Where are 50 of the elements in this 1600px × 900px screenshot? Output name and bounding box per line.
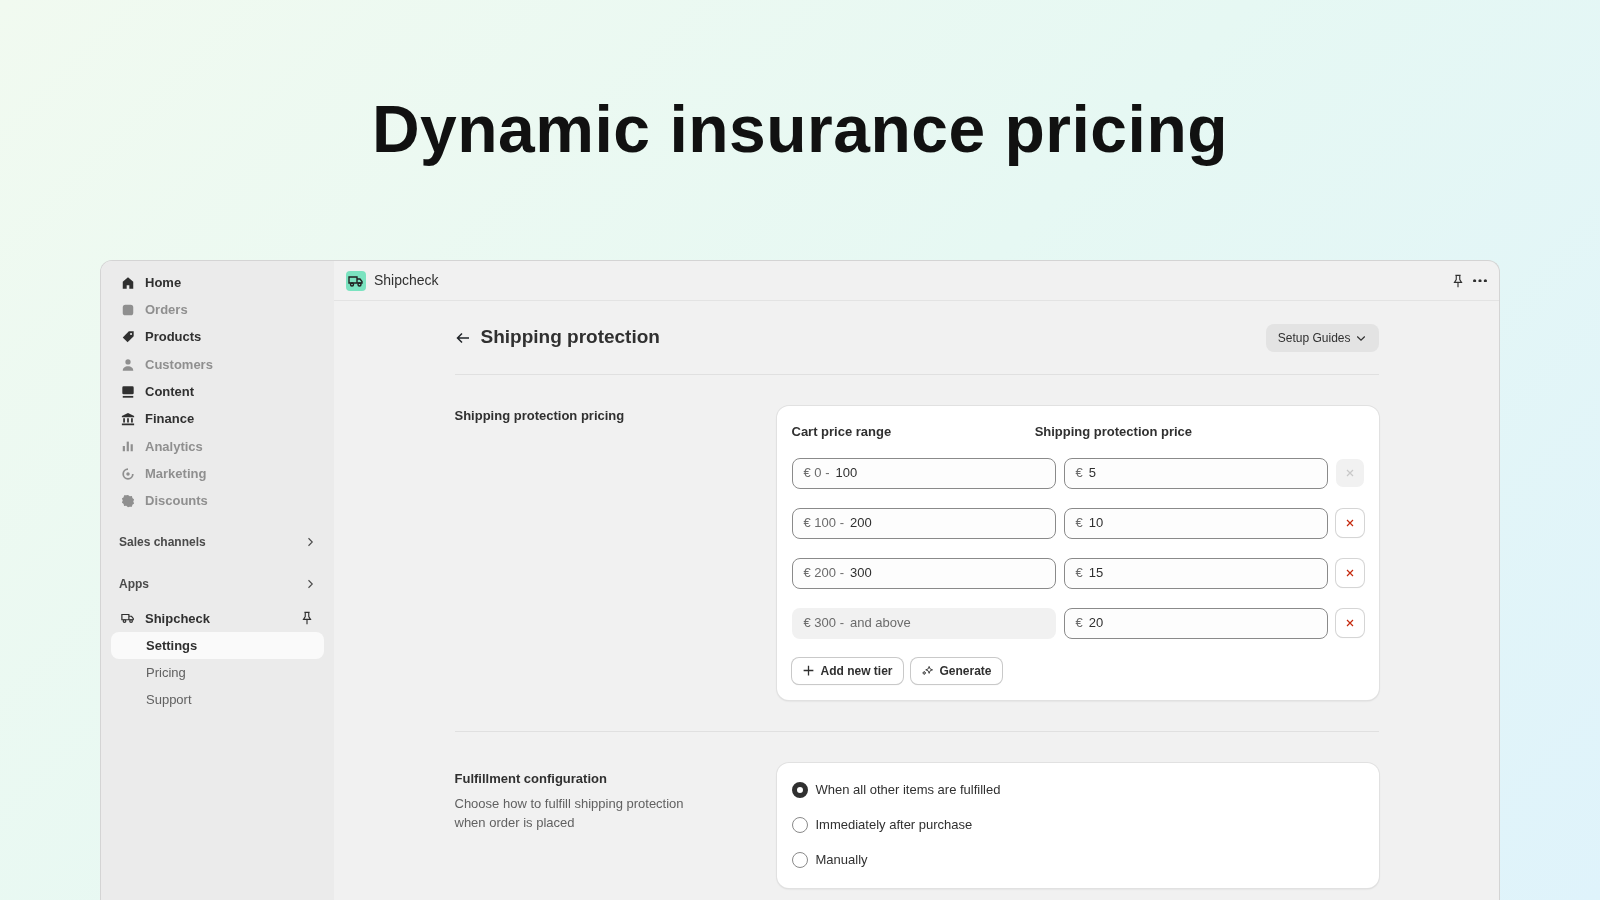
add-tier-button[interactable]: Add new tier <box>791 657 903 684</box>
pin-icon <box>1451 273 1465 288</box>
delete-button[interactable] <box>1335 609 1364 637</box>
section-title: Fulfillment configuration <box>454 770 608 787</box>
sidebar-item[interactable]: Content <box>111 378 324 406</box>
sidebar-subitem[interactable]: Settings <box>111 631 324 659</box>
sidebar-subitem[interactable]: Support <box>111 685 324 713</box>
radio-option[interactable]: Manually <box>791 842 1364 878</box>
delete-button[interactable] <box>1335 559 1364 587</box>
sparkle-icon <box>920 664 934 677</box>
pin-icon <box>300 611 314 626</box>
generate-button[interactable]: Generate <box>910 657 1002 684</box>
sidebar-subitem[interactable]: Pricing <box>111 658 324 686</box>
section-link[interactable]: Apps <box>119 574 149 593</box>
app-link[interactable]: Shipcheck <box>145 608 290 629</box>
range-field[interactable]: € 100 - 200 <box>791 507 1056 539</box>
price-field[interactable]: € 10 <box>1063 507 1328 539</box>
app-name: Shipcheck <box>374 271 440 290</box>
column-header: Shipping protection price <box>1034 423 1194 441</box>
range-field[interactable]: € 0 - 100 <box>791 457 1056 489</box>
truck-icon <box>121 611 135 626</box>
bank-icon <box>121 412 135 427</box>
radio-button[interactable] <box>791 782 808 798</box>
sidebar-item[interactable]: Finance <box>111 405 324 433</box>
price-field[interactable]: € 15 <box>1063 557 1328 589</box>
app-logo-icon <box>346 270 366 291</box>
bar-chart-icon <box>121 439 135 454</box>
range-field[interactable]: € 200 - 300 <box>791 557 1056 589</box>
target-icon <box>121 466 135 481</box>
radio-button[interactable] <box>791 817 808 833</box>
delete-button[interactable] <box>1335 509 1364 537</box>
section-title: Shipping protection pricing <box>454 408 626 424</box>
person-icon <box>121 357 135 372</box>
radio-option[interactable]: Immediately after purchase <box>791 807 1364 843</box>
price-field[interactable]: € 5 <box>1063 457 1328 489</box>
column-header: Cart price range <box>791 423 893 441</box>
more-icon <box>1473 278 1487 283</box>
radio-button[interactable] <box>791 852 808 868</box>
section-link[interactable]: Sales channels <box>119 532 206 551</box>
setup-guides-button[interactable]: Setup Guides <box>1265 323 1379 352</box>
radio-option[interactable]: When all other items are fulfilled <box>791 772 1364 808</box>
page-title: Shipping protection <box>480 326 661 349</box>
tag-icon <box>121 330 135 345</box>
plus-icon <box>801 664 815 677</box>
section-description: Choose how to fulfill shipping protection when order is placed <box>454 795 685 833</box>
sidebar-item[interactable]: Products <box>111 323 324 351</box>
sidebar-item[interactable]: Home <box>111 269 324 297</box>
home-icon <box>121 275 135 290</box>
price-field[interactable]: € 20 <box>1063 607 1328 639</box>
headline: Dynamic insurance pricing <box>370 91 1230 169</box>
